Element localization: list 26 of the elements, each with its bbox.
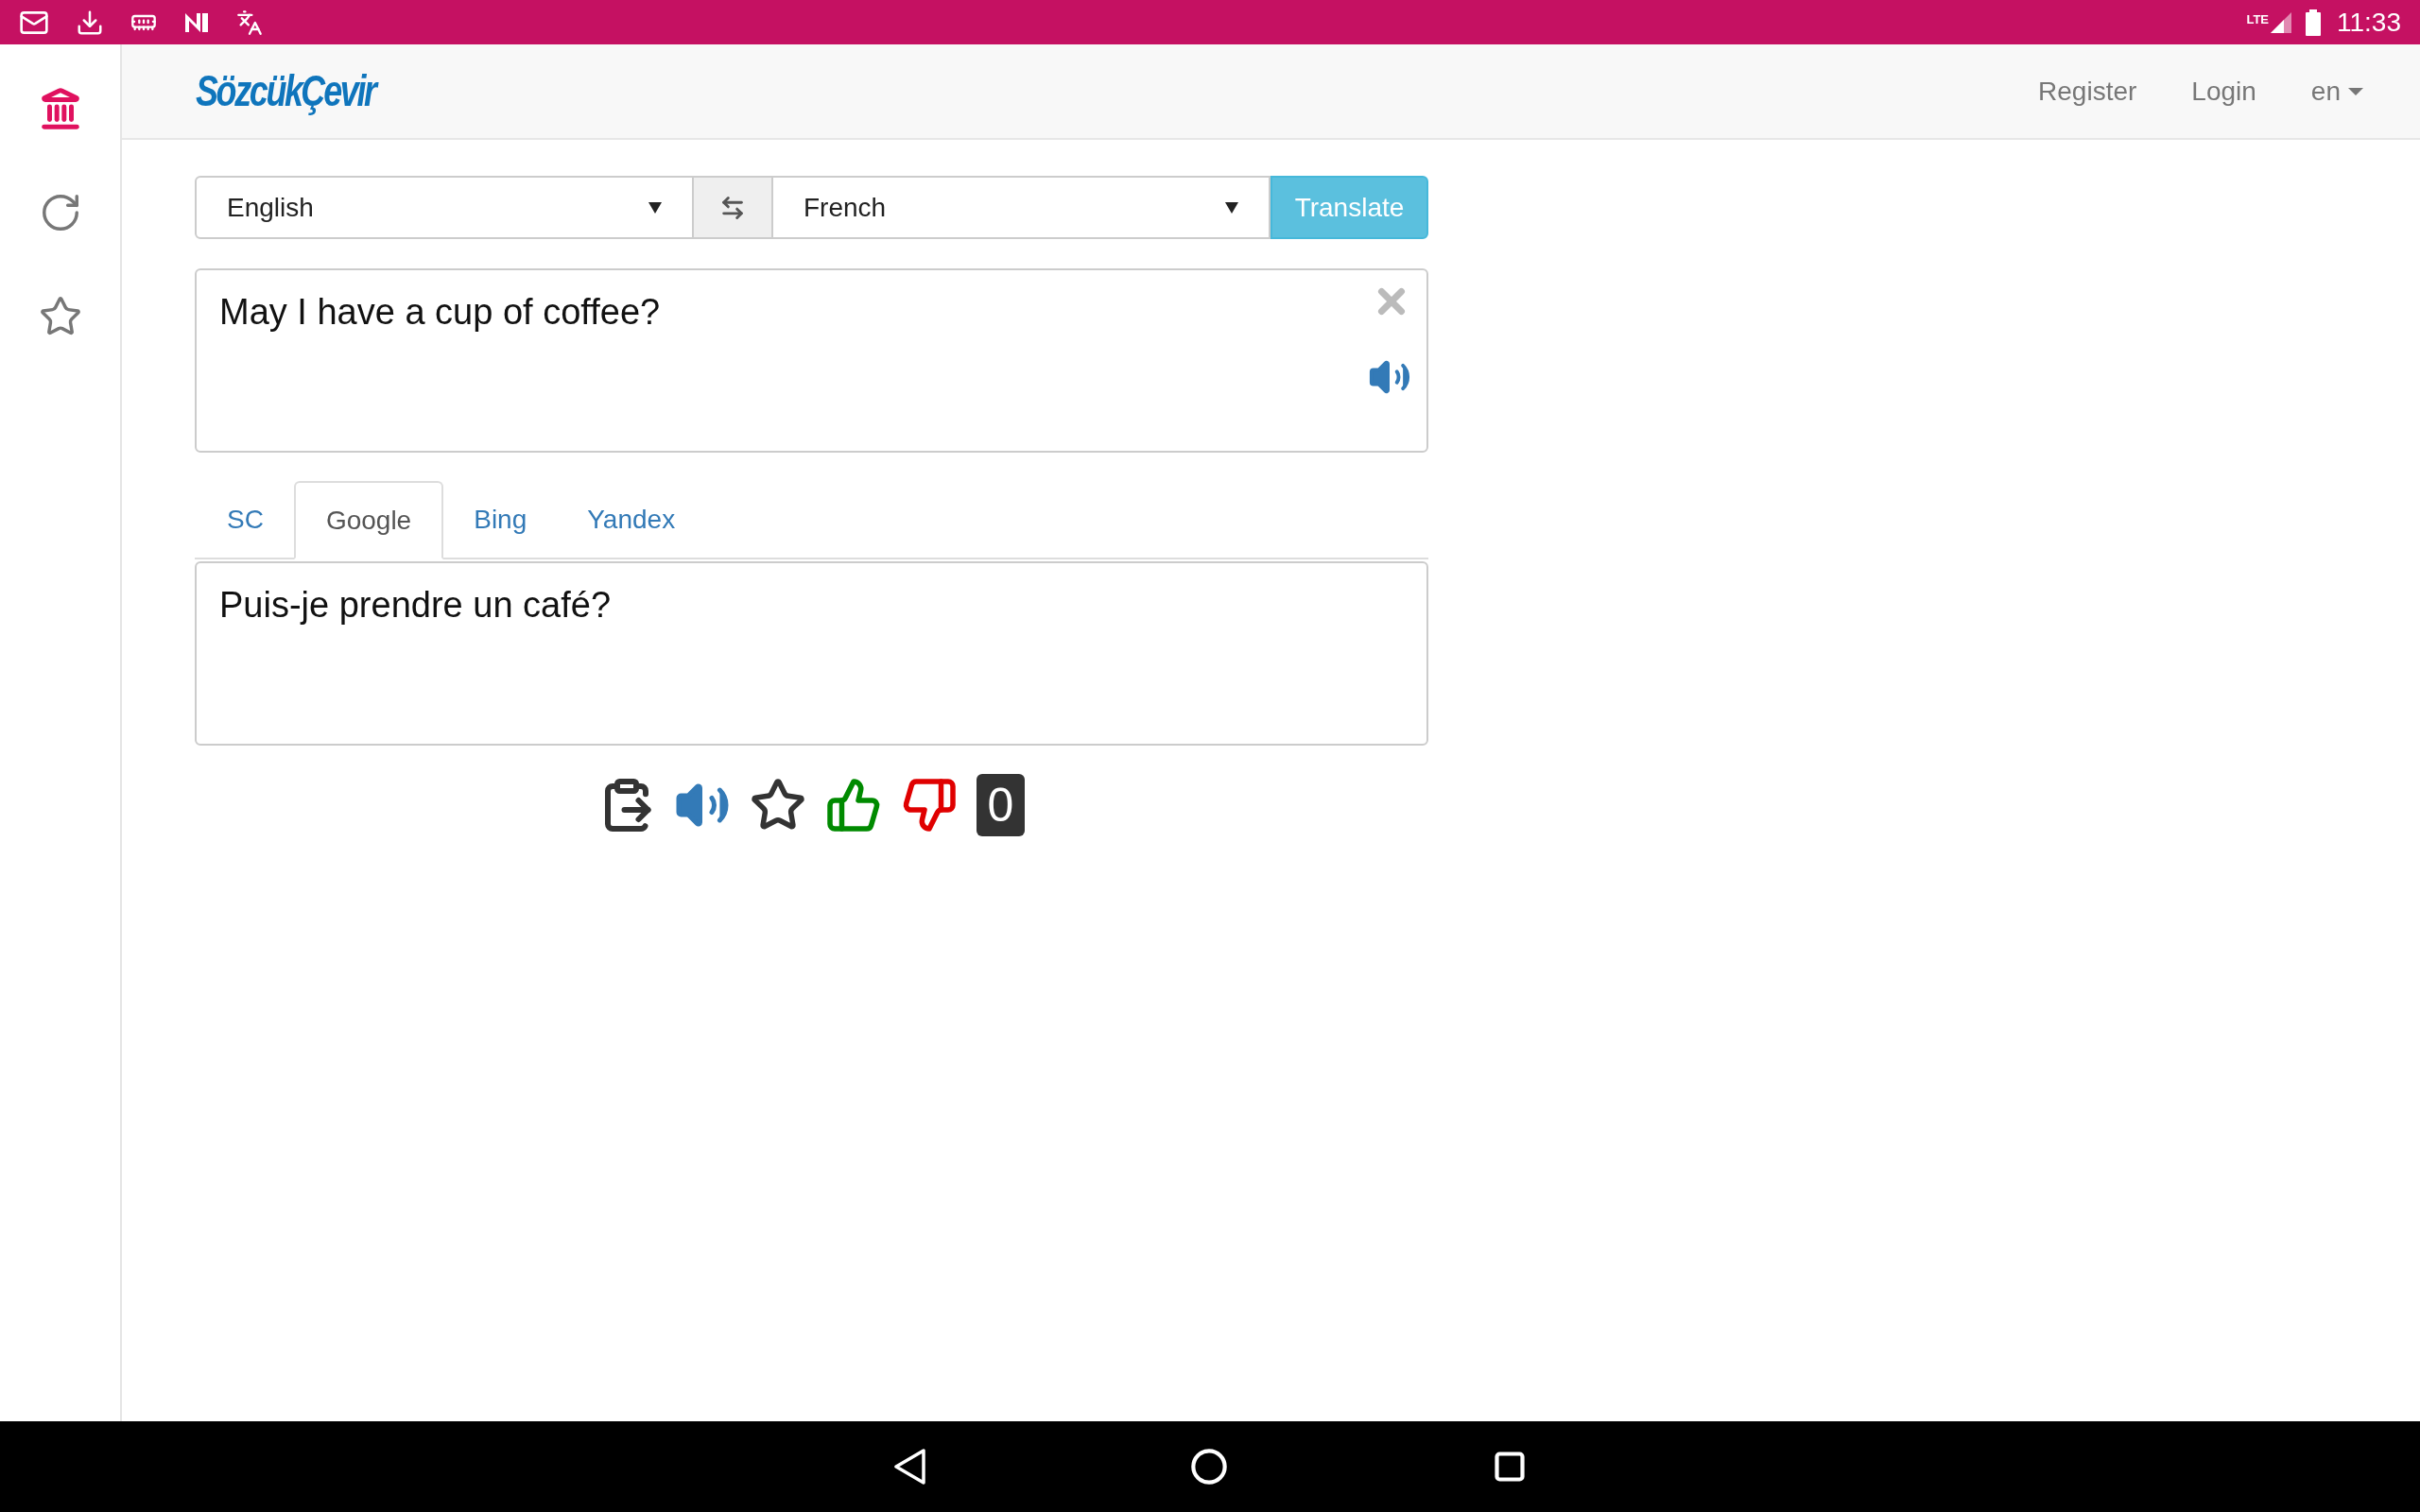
target-language-select[interactable]: French (771, 176, 1270, 239)
nav-link[interactable]: Login (2191, 71, 2256, 112)
source-text-area[interactable]: May I have a cup of coffee? (195, 268, 1428, 453)
caret-icon (648, 201, 662, 214)
language-dropdown[interactable]: en (2310, 71, 2363, 112)
result-tab[interactable]: Yandex (557, 481, 706, 558)
home-icon[interactable] (1190, 1448, 1228, 1486)
vote-count: 0 (976, 774, 1026, 836)
network-type: LTE (2246, 10, 2269, 28)
source-language-select[interactable]: English (195, 176, 694, 239)
clock-time: 11:33 (2337, 6, 2401, 39)
translation-text: Puis-je prendre un café? (219, 585, 612, 625)
result-tab[interactable]: Bing (443, 481, 558, 558)
n-logo-icon (183, 10, 210, 34)
recent-apps-icon[interactable] (1493, 1450, 1527, 1484)
thumbs-up-icon[interactable] (824, 777, 882, 833)
battery-icon (2305, 9, 2322, 36)
result-tab[interactable]: SC (197, 481, 294, 558)
swap-languages-button[interactable] (694, 176, 771, 239)
back-icon[interactable] (893, 1449, 925, 1485)
translation-output-area[interactable]: Puis-je prendre un café? (195, 561, 1428, 746)
nav-link[interactable]: Register (2038, 71, 2137, 112)
caret-icon (1225, 201, 1238, 214)
result-tab[interactable]: Google (293, 481, 444, 559)
source-text: May I have a cup of coffee? (219, 292, 661, 332)
swap-arrows-icon (719, 194, 746, 221)
